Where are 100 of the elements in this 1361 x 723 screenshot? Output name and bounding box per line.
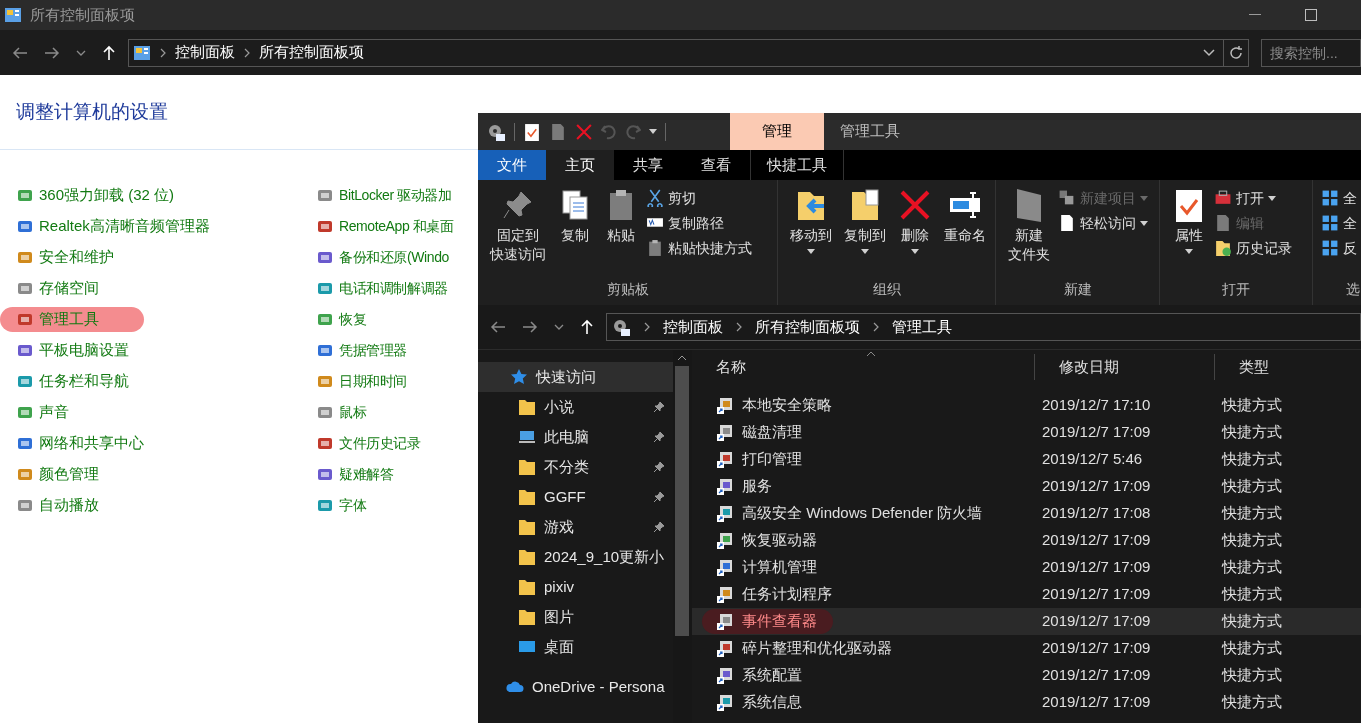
ribbon-button[interactable]: 打开 [1214, 188, 1292, 208]
applet-link[interactable]: 存储空间 [0, 276, 111, 301]
up-icon[interactable] [102, 44, 116, 61]
applet-link[interactable]: 网络和共享中心 [0, 431, 156, 456]
nav-item[interactable]: 不分类 [478, 452, 673, 482]
ribbon-button[interactable]: 轻松访问 [1058, 213, 1148, 233]
address-bar[interactable]: 控制面板 所有控制面板项 管理工具 [606, 313, 1361, 341]
dropdown-icon[interactable] [554, 323, 564, 331]
ribbon-button[interactable]: 复制路径 [646, 213, 752, 233]
applet-link[interactable]: 自动播放 [0, 493, 111, 518]
folder-icon [518, 458, 536, 476]
nav-item[interactable]: 图片 [478, 602, 673, 632]
type-cell-text: 快捷方式 [1220, 449, 1283, 470]
column-header[interactable]: 修改日期 [1034, 354, 1214, 380]
ribbon-button[interactable]: 删除 [894, 188, 936, 254]
nav-item[interactable]: GGFF [478, 482, 673, 512]
file-row[interactable]: 打印管理 2019/12/7 5:46 快捷方式 [692, 446, 1361, 473]
ribbon-button[interactable]: 移动到 [786, 188, 836, 254]
breadcrumb-item[interactable]: 控制面板 [175, 41, 235, 64]
ribbon-button[interactable]: 新建 文件夹 [1004, 188, 1054, 264]
file-row[interactable]: 任务计划程序 2019/12/7 17:09 快捷方式 [692, 581, 1361, 608]
forward-icon[interactable] [44, 45, 60, 60]
applet-link[interactable]: 文件历史记录 [300, 432, 421, 455]
breadcrumb-item[interactable]: 管理工具 [892, 315, 952, 339]
file-row[interactable]: 系统信息 2019/12/7 17:09 快捷方式 [692, 689, 1361, 716]
folder-icon [518, 518, 536, 536]
applet-link[interactable]: 恢复 [300, 308, 367, 331]
applet-link[interactable]: 平板电脑设置 [0, 338, 141, 363]
scroll-up-icon[interactable] [677, 354, 688, 362]
column-header[interactable]: 名称 [692, 354, 1034, 380]
ribbon-button[interactable]: 全 [1321, 213, 1357, 233]
breadcrumb-item[interactable]: 所有控制面板项 [755, 315, 860, 339]
file-row[interactable]: 事件查看器 2019/12/7 17:09 快捷方式 [692, 608, 1361, 635]
type-cell-text: 快捷方式 [1220, 395, 1283, 416]
file-row[interactable]: 碎片整理和优化驱动器 2019/12/7 17:09 快捷方式 [692, 635, 1361, 662]
search-field[interactable]: 搜索控制... [1261, 38, 1361, 67]
file-row[interactable]: 计算机管理 2019/12/7 17:09 快捷方式 [692, 554, 1361, 581]
applet-link[interactable]: 疑难解答 [300, 463, 394, 486]
ribbon-button[interactable]: 剪切 [646, 188, 752, 208]
file-row[interactable]: 高级安全 Windows Defender 防火墙 2019/12/7 17:08 快捷方式 [692, 500, 1361, 527]
applet-link[interactable]: 360强力卸载 (32 位) [0, 183, 187, 208]
shortcut-icon [716, 585, 734, 604]
applet-link[interactable]: 字体 [300, 494, 367, 517]
dropdown-icon[interactable] [76, 48, 86, 57]
applet-link[interactable]: 任务栏和导航 [0, 369, 141, 394]
applet-link[interactable]: Realtek高清晰音频管理器 [0, 214, 222, 239]
nav-item[interactable]: OneDrive - Persona [478, 672, 673, 702]
ribbon-button[interactable]: 粘贴 [600, 188, 642, 245]
shortcut-icon [716, 396, 734, 415]
applet-link[interactable]: 凭据管理器 [300, 339, 407, 362]
breadcrumb-item[interactable]: 所有控制面板项 [259, 41, 364, 64]
ribbon-button[interactable]: 复制到 [840, 188, 890, 254]
file-row[interactable]: 本地安全策略 2019/12/7 17:10 快捷方式 [692, 392, 1361, 419]
back-icon[interactable] [12, 45, 28, 60]
applet-link[interactable]: BitLocker 驱动器加 [300, 184, 452, 207]
applet-link[interactable]: RemoteApp 和桌面 [300, 215, 454, 238]
nav-item[interactable]: 此电脑 [478, 422, 673, 452]
ribbon-button[interactable]: 粘贴快捷方式 [646, 238, 752, 258]
grid-icon [1321, 214, 1339, 232]
ribbon-tab[interactable]: 共享 [614, 150, 682, 180]
ribbon-button[interactable]: 全 [1321, 188, 1357, 208]
nav-item[interactable]: 2024_9_10更新小 [478, 542, 673, 572]
ribbon-button[interactable]: 固定到 快速访问 [486, 188, 550, 264]
applet-link[interactable]: 电话和调制解调器 [300, 277, 448, 300]
nav-item[interactable]: 桌面 [478, 632, 673, 662]
ribbon-button[interactable]: 复制 [554, 188, 596, 245]
up-icon[interactable] [580, 319, 594, 335]
back-icon[interactable] [490, 320, 506, 334]
ribbon-button[interactable]: 属性 [1168, 188, 1210, 254]
maximize-icon[interactable] [1305, 9, 1317, 21]
applet-link[interactable]: 备份和还原(Windo [300, 246, 449, 269]
file-row[interactable]: 磁盘清理 2019/12/7 17:09 快捷方式 [692, 419, 1361, 446]
ribbon-tab[interactable]: 主页 [546, 150, 614, 180]
sort-ascending-icon[interactable] [866, 351, 876, 357]
ribbon-tab[interactable]: 文件 [478, 150, 546, 180]
minimize-icon[interactable] [1249, 14, 1261, 16]
applet-link[interactable]: 安全和维护 [0, 245, 126, 270]
refresh-icon[interactable] [1228, 44, 1244, 61]
applet-link[interactable]: 颜色管理 [0, 462, 111, 487]
file-row[interactable]: 恢复驱动器 2019/12/7 17:09 快捷方式 [692, 527, 1361, 554]
column-header[interactable]: 类型 [1214, 354, 1361, 380]
ribbon-button[interactable]: 反 [1321, 238, 1357, 258]
file-row[interactable]: 服务 2019/12/7 17:09 快捷方式 [692, 473, 1361, 500]
nav-item[interactable]: 游戏 [478, 512, 673, 542]
nav-item[interactable]: pixiv [478, 572, 673, 602]
ribbon-tab[interactable]: 查看 [682, 150, 750, 180]
file-row[interactable]: 系统配置 2019/12/7 17:09 快捷方式 [692, 662, 1361, 689]
applet-link[interactable]: 声音 [0, 400, 81, 425]
applet-link[interactable]: 鼠标 [300, 401, 367, 424]
applet-link[interactable]: 日期和时间 [300, 370, 407, 393]
ribbon-button[interactable]: 历史记录 [1214, 238, 1292, 258]
ribbon-button[interactable]: 重命名 [940, 188, 990, 245]
forward-icon[interactable] [522, 320, 538, 334]
nav-item[interactable]: 小说 [478, 392, 673, 422]
nav-item[interactable]: 快速访问 [478, 362, 673, 392]
file-name-cell: 系统配置 [702, 663, 818, 688]
dropdown-icon[interactable] [1203, 48, 1215, 57]
breadcrumb-item[interactable]: 控制面板 [663, 315, 723, 339]
cut-icon [646, 189, 664, 207]
address-bar[interactable]: 控制面板 所有控制面板项 [128, 38, 1249, 67]
